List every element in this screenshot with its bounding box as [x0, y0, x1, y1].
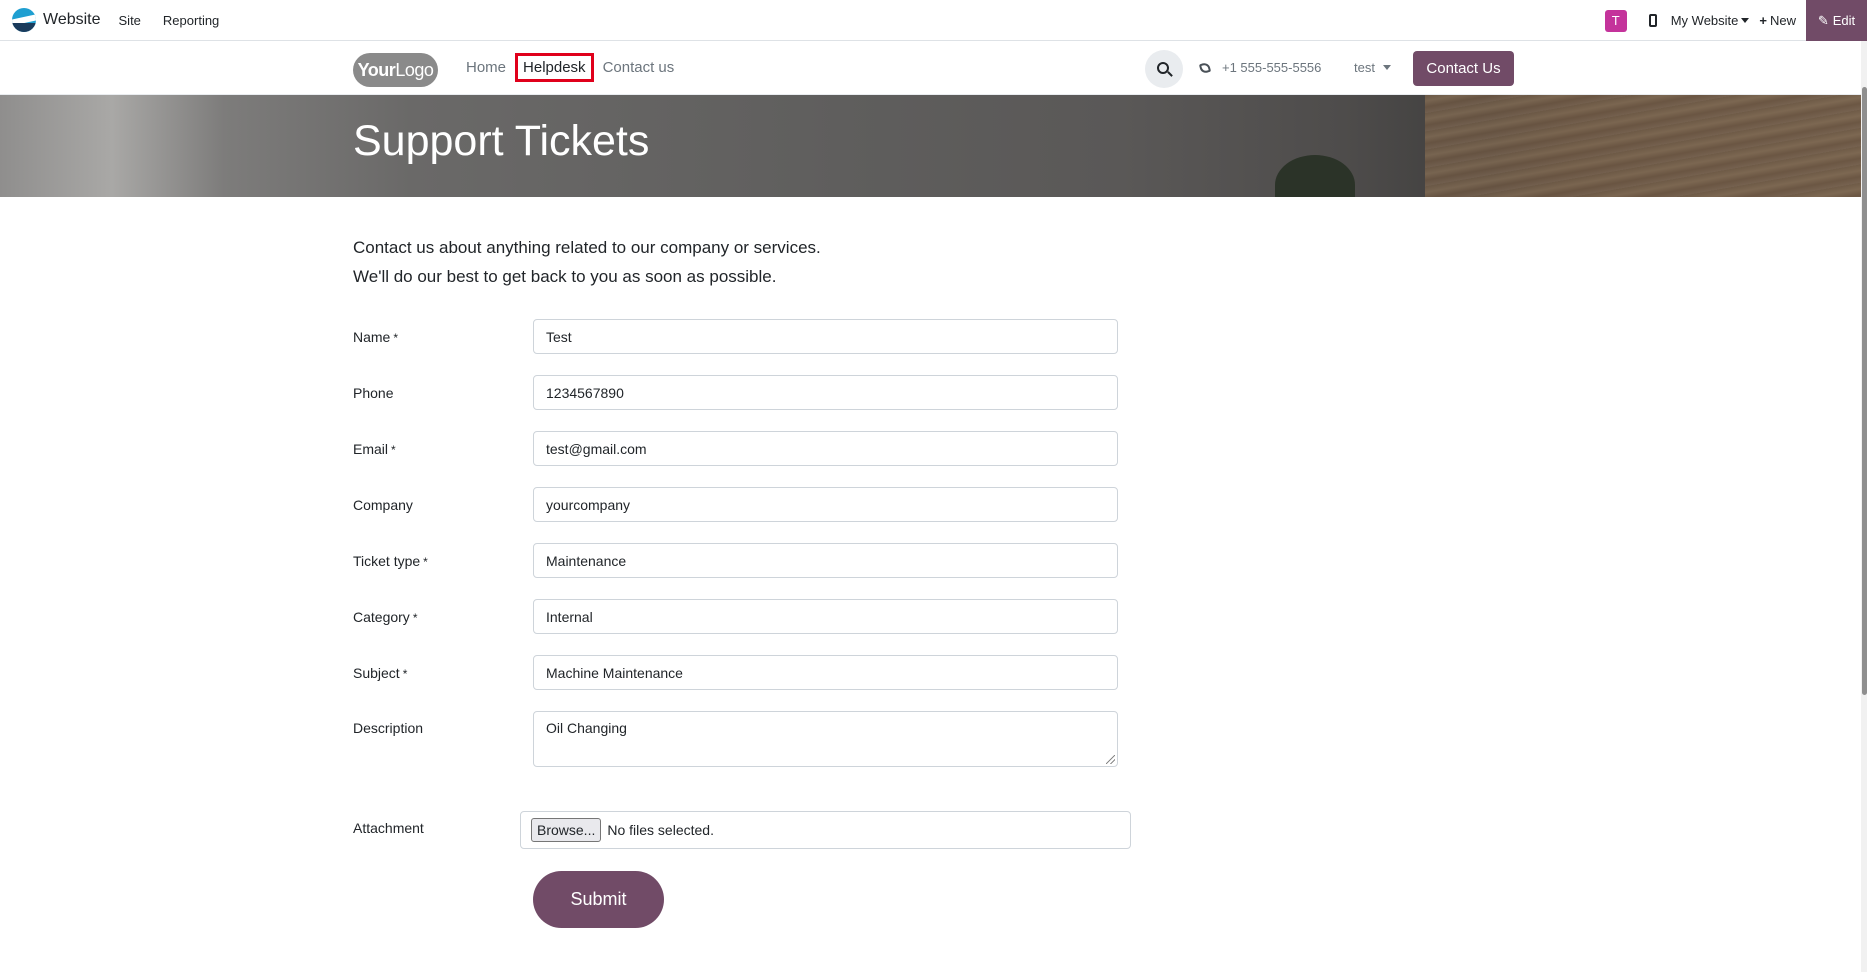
logo-text-bold: Your [357, 59, 396, 80]
search-icon [1157, 62, 1169, 74]
page-scrollbar[interactable] [1861, 41, 1867, 972]
form-row-ticket-type: Ticket type * Maintenance [353, 543, 1118, 578]
main-nav: Home Helpdesk Contact us [460, 53, 680, 82]
new-button[interactable]: + New [1759, 13, 1796, 28]
new-label: New [1769, 13, 1796, 28]
phone-icon [1198, 61, 1212, 74]
form-row-company: Company yourcompany [353, 487, 1118, 522]
nav-contact-us[interactable]: Contact us [597, 54, 681, 81]
email-field[interactable]: test@gmail.com [533, 431, 1118, 466]
page-title: Support Tickets [353, 117, 650, 165]
form-row-email: Email * test@gmail.com [353, 431, 1118, 466]
app-name: Website [43, 11, 101, 28]
website-app-icon [12, 8, 36, 32]
attachment-file-input[interactable]: Browse... No files selected. [520, 811, 1131, 849]
description-value: Oil Changing [546, 720, 627, 736]
intro-line-1: Contact us about anything related to our… [353, 238, 821, 257]
intro-line-2: We'll do our best to get back to you as … [353, 267, 777, 286]
site-logo[interactable]: Your Logo [353, 53, 438, 87]
ticket-type-field[interactable]: Maintenance [533, 543, 1118, 578]
pencil-icon: ✎ [1817, 12, 1829, 28]
field-label: Company [353, 496, 413, 513]
edit-label: Edit [1832, 13, 1856, 28]
description-textarea[interactable]: Oil Changing [533, 711, 1118, 767]
admin-navbar: Website Site Reporting T My Website + Ne… [0, 0, 1867, 41]
browse-button[interactable]: Browse... [531, 818, 602, 842]
search-button[interactable] [1145, 50, 1183, 88]
field-label: Ticket type * [353, 552, 428, 569]
chevron-down-icon [1382, 65, 1391, 70]
subject-field[interactable]: Machine Maintenance [533, 655, 1118, 690]
scrollbar-thumb[interactable] [1862, 87, 1867, 695]
chevron-down-icon [1741, 18, 1750, 23]
menu-site[interactable]: Site [119, 13, 141, 28]
form-row-category: Category * Internal [353, 599, 1118, 634]
banner-background-image [1425, 95, 1867, 197]
language-label: test [1354, 60, 1375, 75]
logo-text: Logo [395, 59, 434, 80]
edit-button[interactable]: ✎ Edit [1806, 0, 1867, 41]
contact-us-button[interactable]: Contact Us [1413, 51, 1514, 86]
field-label: Description [353, 720, 424, 736]
name-field[interactable]: Test [533, 319, 1118, 354]
website-app-brand[interactable]: Website [12, 8, 101, 32]
form-row-phone: Phone 1234567890 [353, 375, 1118, 410]
mobile-preview-icon[interactable] [1648, 14, 1657, 27]
menu-reporting[interactable]: Reporting [163, 13, 219, 28]
language-dropdown[interactable]: test [1354, 60, 1391, 75]
category-field[interactable]: Internal [533, 599, 1118, 634]
form-row-name: Name * Test [353, 319, 1118, 354]
user-avatar[interactable]: T [1604, 9, 1627, 32]
nav-home[interactable]: Home [460, 54, 512, 81]
field-label: Email * [353, 440, 396, 457]
field-label: Subject * [353, 664, 408, 681]
page-banner: Support Tickets [0, 95, 1867, 197]
field-label: Name * [353, 328, 399, 345]
admin-right-controls: T My Website + New ✎ Edit [1604, 0, 1867, 41]
form-row-subject: Subject * Machine Maintenance [353, 655, 1118, 690]
field-label: Category * [353, 608, 418, 625]
form-row-description: Description Oil Changing [353, 711, 1118, 767]
resize-handle-icon[interactable] [1106, 755, 1115, 764]
phone-number: +1 555-555-5556 [1222, 60, 1322, 75]
website-selector-label: My Website [1670, 13, 1739, 28]
phone-field[interactable]: 1234567890 [533, 375, 1118, 410]
nav-helpdesk[interactable]: Helpdesk [515, 53, 594, 82]
website-selector[interactable]: My Website [1671, 13, 1750, 28]
submit-button[interactable]: Submit [533, 871, 664, 928]
admin-menu: Site Reporting [119, 13, 242, 28]
no-files-text: No files selected. [607, 822, 714, 838]
field-label: Phone [353, 384, 394, 401]
intro-text: Contact us about anything related to our… [353, 233, 821, 291]
plus-icon: + [1759, 13, 1767, 28]
banner-plant-image [1275, 155, 1355, 197]
header-phone[interactable]: +1 555-555-5556 [1198, 60, 1322, 75]
site-header: Your Logo Home Helpdesk Contact us +1 555… [0, 41, 1867, 95]
attachment-label: Attachment [353, 820, 424, 836]
company-field[interactable]: yourcompany [533, 487, 1118, 522]
